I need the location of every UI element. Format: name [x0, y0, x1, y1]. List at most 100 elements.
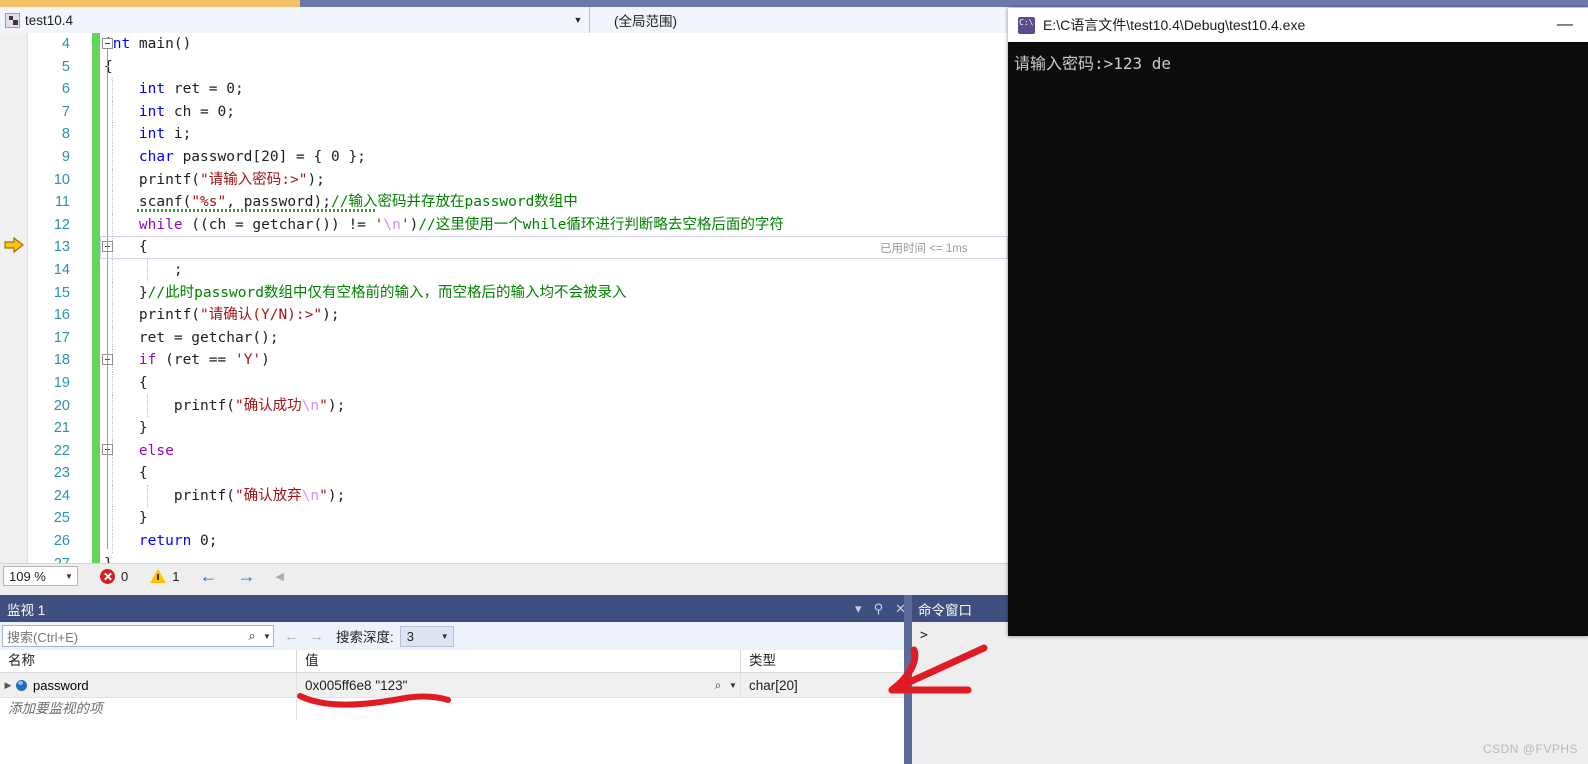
editor-line[interactable]: 20 printf("确认成功\n");	[0, 395, 1008, 418]
watch-panel-titlebar: 监视 1 ▾ ⚲ ✕	[0, 595, 912, 622]
expand-arrow-icon[interactable]: ▶	[0, 680, 16, 691]
command-window-panel: 命令窗口 >	[912, 595, 1008, 764]
change-bar	[92, 440, 100, 463]
line-number: 21	[27, 417, 70, 440]
error-count-group[interactable]: 0	[100, 569, 128, 584]
chevron-down-icon[interactable]: ▾	[855, 601, 862, 617]
editor-line[interactable]: 17 ret = getchar();	[0, 327, 1008, 350]
watch-grid[interactable]: 名称 值 类型 ▶ password 0x005ff6e8 "123" ⌕ ▼ …	[0, 650, 912, 764]
collapse-toggle-main[interactable]	[102, 38, 113, 49]
text-visualizer-icon[interactable]: ⌕	[710, 678, 726, 693]
editor-line[interactable]: 24 printf("确认放弃\n");	[0, 485, 1008, 508]
console-titlebar[interactable]: E:\C语言文件\test10.4\Debug\test10.4.exe —	[1008, 8, 1588, 42]
pin-icon[interactable]: ⚲	[874, 601, 884, 617]
watch-grid-header: 名称 值 类型	[0, 650, 912, 673]
line-number: 10	[27, 169, 70, 192]
editor-line[interactable]: 11 scanf("%s", password);//输入密码并存放在passw…	[0, 191, 1008, 214]
editor-line[interactable]: 18 if (ret == 'Y')	[0, 349, 1008, 372]
watch-panel: 监视 1 ▾ ⚲ ✕ 搜索(Ctrl+E) ⌕ ▼ ← → 搜索深度: 3 ▼	[0, 595, 912, 764]
change-bar	[92, 214, 100, 237]
watch-add-row[interactable]: 添加要监视的项	[0, 698, 912, 720]
elapsed-time-tip: 已用时间 <= 1ms	[880, 240, 968, 256]
watch-search-input[interactable]: 搜索(Ctrl+E)	[3, 627, 243, 646]
change-bar	[92, 33, 100, 56]
editor-line[interactable]: 7 int ch = 0;	[0, 101, 1008, 124]
watch-search-box[interactable]: 搜索(Ctrl+E) ⌕ ▼	[2, 625, 274, 647]
change-bar	[92, 304, 100, 327]
editor-line[interactable]: 26 return 0;	[0, 530, 1008, 553]
editor-line[interactable]: 9 char password[20] = { 0 };	[0, 146, 1008, 169]
editor-line[interactable]: 8 int i;	[0, 123, 1008, 146]
editor-line[interactable]: 4int main()	[0, 33, 1008, 56]
command-window-titlebar[interactable]: 命令窗口	[912, 595, 1008, 622]
execution-pointer-icon[interactable]	[0, 236, 27, 254]
panel-splitter[interactable]	[904, 595, 912, 764]
editor-line[interactable]: 10 printf("请输入密码:>");	[0, 169, 1008, 192]
zoom-level-combo[interactable]: 109 % ▼	[3, 566, 78, 586]
navigate-forward-icon[interactable]: →	[237, 566, 255, 587]
search-depth-combo[interactable]: 3 ▼	[400, 626, 454, 647]
chevron-down-icon[interactable]: ▼	[261, 632, 273, 641]
editor-line[interactable]: 16 printf("请确认(Y/N):>");	[0, 304, 1008, 327]
watch-cell-type[interactable]: char[20]	[741, 673, 912, 697]
search-prev-icon[interactable]: ←	[284, 628, 299, 645]
console-output-area[interactable]: 请输入密码:>123 de	[1008, 42, 1588, 636]
line-number: 25	[27, 507, 70, 530]
code-editor[interactable]: 4int main()5{6 int ret = 0;7 int ch = 0;…	[0, 33, 1008, 563]
editor-line-container: 4int main()5{6 int ret = 0;7 int ch = 0;…	[0, 33, 1008, 563]
editor-line[interactable]: 12 while ((ch = getchar()) != '\n')//这里使…	[0, 214, 1008, 237]
editor-line-text: }	[104, 417, 148, 440]
editor-line-text: }	[104, 553, 113, 563]
editor-line[interactable]: 27}	[0, 553, 1008, 563]
editor-line[interactable]: 25 }	[0, 507, 1008, 530]
command-window-title: 命令窗口	[918, 599, 972, 619]
command-window-body[interactable]: >	[912, 622, 1008, 764]
watch-cell-name[interactable]: ▶ password	[0, 673, 297, 697]
editor-line[interactable]: 6 int ret = 0;	[0, 78, 1008, 101]
watch-cell-value[interactable]: 0x005ff6e8 "123" ⌕ ▼	[297, 673, 741, 697]
editor-line-text: char password[20] = { 0 };	[104, 146, 366, 169]
file-selector-combo[interactable]: test10.4 ▼	[0, 7, 590, 33]
line-number: 14	[27, 259, 70, 282]
editor-line[interactable]: 19 {	[0, 372, 1008, 395]
watch-add-placeholder[interactable]: 添加要监视的项	[0, 698, 297, 720]
scope-selector-combo[interactable]: (全局范围)	[590, 7, 1008, 33]
change-bar	[92, 485, 100, 508]
line-number: 15	[27, 282, 70, 305]
editor-line[interactable]: 5{	[0, 56, 1008, 79]
line-number: 20	[27, 395, 70, 418]
top-strip-accent	[0, 0, 300, 7]
line-number: 13	[27, 236, 70, 259]
editor-line[interactable]: 23 {	[0, 462, 1008, 485]
outline-vertical-line	[107, 49, 108, 549]
editor-line-text: int ret = 0;	[104, 78, 244, 101]
editor-line[interactable]: 21 }	[0, 417, 1008, 440]
chevron-down-icon[interactable]: ▼	[61, 572, 77, 581]
chevron-down-icon[interactable]: ▼	[567, 15, 589, 25]
warning-count-group[interactable]: 1	[150, 569, 179, 584]
search-icon[interactable]: ⌕	[243, 628, 261, 644]
change-bar	[92, 169, 100, 192]
chevron-down-icon[interactable]: ▼	[437, 632, 453, 641]
watch-column-type[interactable]: 类型	[741, 650, 912, 672]
editor-line[interactable]: 14 ;	[0, 259, 1008, 282]
variable-icon	[16, 680, 27, 691]
table-row[interactable]: ▶ password 0x005ff6e8 "123" ⌕ ▼ char[20]	[0, 673, 912, 698]
editor-line-text: int main()	[104, 33, 191, 56]
chevron-down-icon[interactable]: ▼	[726, 681, 740, 690]
watch-column-name[interactable]: 名称	[0, 650, 297, 672]
editor-line[interactable]: 22 else	[0, 440, 1008, 463]
navigate-back-icon[interactable]: ←	[199, 566, 217, 587]
watch-column-value[interactable]: 值	[297, 650, 741, 672]
scroll-left-icon[interactable]: ◀	[275, 570, 283, 583]
change-bar	[92, 236, 100, 259]
watermark: CSDN @FVPHS	[1483, 742, 1578, 756]
editor-line-text: }//此时password数组中仅有空格前的输入，而空格后的输入均不会被录入	[104, 282, 626, 305]
editor-line[interactable]: 15 }//此时password数组中仅有空格前的输入，而空格后的输入均不会被录…	[0, 282, 1008, 305]
warning-icon	[150, 569, 166, 583]
zoom-level-value: 109 %	[4, 569, 61, 584]
line-number: 16	[27, 304, 70, 327]
console-window[interactable]: E:\C语言文件\test10.4\Debug\test10.4.exe — 请…	[1008, 8, 1588, 636]
minimize-button[interactable]: —	[1542, 16, 1588, 34]
search-next-icon[interactable]: →	[309, 628, 324, 645]
